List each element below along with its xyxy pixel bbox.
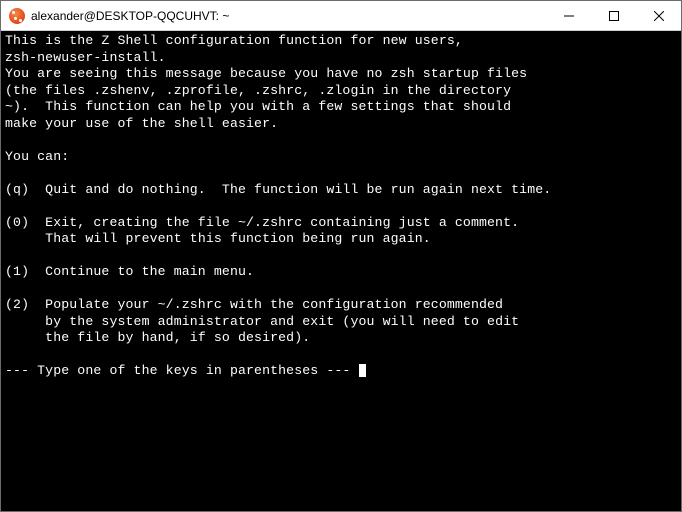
maximize-icon [609, 11, 619, 21]
terminal-output: This is the Z Shell configuration functi… [5, 33, 551, 345]
close-button[interactable] [636, 1, 681, 30]
window-title: alexander@DESKTOP-QQCUHVT: ~ [31, 9, 546, 23]
terminal-body[interactable]: This is the Z Shell configuration functi… [1, 31, 681, 511]
window-controls [546, 1, 681, 30]
ubuntu-icon [9, 8, 25, 24]
maximize-button[interactable] [591, 1, 636, 30]
minimize-button[interactable] [546, 1, 591, 30]
terminal-prompt: --- Type one of the keys in parentheses … [5, 363, 359, 378]
minimize-icon [564, 11, 574, 21]
close-icon [654, 11, 664, 21]
cursor [359, 364, 366, 377]
terminal-window: alexander@DESKTOP-QQCUHVT: ~ This is the… [0, 0, 682, 512]
titlebar[interactable]: alexander@DESKTOP-QQCUHVT: ~ [1, 1, 681, 31]
